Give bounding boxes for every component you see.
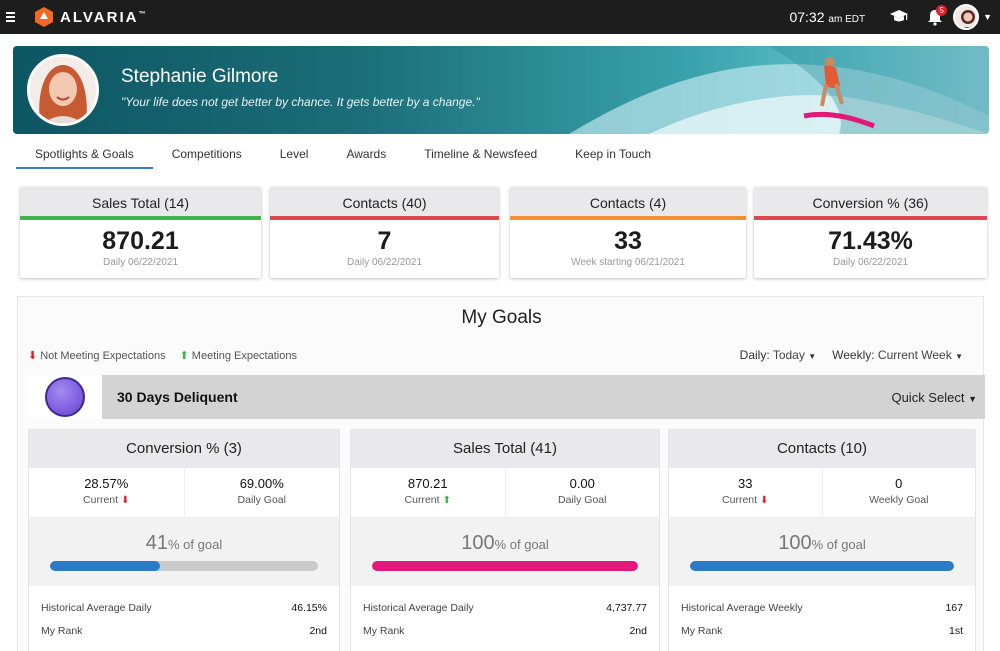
down-arrow-icon: ⬇ — [760, 495, 769, 506]
percent-of-goal: 41% of goal — [145, 532, 223, 554]
brand-name: ALVARIA™ — [60, 8, 148, 26]
group-circle-icon — [45, 377, 85, 417]
kpi-title: Contacts (40) — [270, 187, 499, 220]
user-menu[interactable]: ▼ — [953, 0, 1000, 34]
legend-meeting: ⬆ Meeting Expectations — [179, 350, 297, 362]
percent-of-goal: 100% of goal — [778, 532, 866, 554]
kpi-card-conversion[interactable]: Conversion % (36) 71.43% Daily 06/22/202… — [754, 187, 987, 278]
goal-stat: 69.00% Daily Goal — [183, 468, 340, 517]
my-goals-title: My Goals — [461, 307, 542, 328]
current-stat: 28.57% Current ⬇ — [83, 476, 130, 506]
goal-card-conversion[interactable]: Conversion % (3) 28.57% Current ⬇ 69.00% … — [28, 429, 340, 651]
tab-awards[interactable]: Awards — [327, 143, 405, 169]
kpi-period: Daily 06/22/2021 — [346, 257, 423, 268]
profile-banner: Stephanie Gilmore "Your life does not ge… — [13, 46, 989, 134]
kpi-title: Conversion % (36) — [754, 187, 987, 220]
kpi-value: 71.43% — [828, 227, 913, 255]
kpi-period: Week starting 06/21/2021 — [571, 257, 685, 268]
bell-icon[interactable]: 5 — [917, 0, 953, 34]
goal-footer: Historical Average Daily 4,737.77 My Rank… — [363, 601, 647, 637]
surf-background-image — [569, 46, 989, 134]
kpi-value: 870.21 — [102, 227, 179, 255]
goal-title: Conversion % (3) — [29, 430, 339, 468]
menu-icon[interactable] — [6, 12, 28, 22]
goal-stat: 0 Weekly Goal — [821, 468, 976, 517]
goal-stat: 0.00 Daily Goal — [504, 468, 660, 517]
notification-badge: 5 — [936, 5, 948, 16]
goal-footer: Historical Average Daily 46.15% My Rank 2n… — [41, 601, 327, 637]
graduation-cap-icon[interactable] — [881, 0, 917, 34]
goals-legend: ⬇ Not Meeting Expectations ⬆ Meeting Expec… — [28, 349, 297, 362]
kpi-title: Contacts (4) — [510, 187, 746, 220]
tab-keep-in-touch[interactable]: Keep in Touch — [556, 143, 670, 169]
goal-stats: 28.57% Current ⬇ 69.00% Daily Goal — [29, 468, 339, 518]
daily-filter[interactable]: Daily: Today ▼ — [740, 348, 816, 362]
tab-competitions[interactable]: Competitions — [153, 143, 261, 169]
goal-title: Contacts (10) — [669, 430, 975, 468]
current-stat: 870.21 Current ⬆ — [404, 476, 451, 506]
kpi-value: 33 — [614, 227, 642, 255]
goal-progress-area: 100% of goal — [351, 518, 659, 586]
kpi-card-sales-total[interactable]: Sales Total (14) 870.21 Daily 06/22/2021 — [20, 187, 261, 278]
goal-stats: 870.21 Current ⬆ 0.00 Daily Goal — [351, 468, 659, 518]
legend-not-meeting: ⬇ Not Meeting Expectations — [28, 350, 166, 362]
up-arrow-icon: ⬆ — [179, 350, 189, 362]
chevron-down-icon[interactable]: ▼ — [808, 352, 816, 361]
goal-footer: Historical Average Weekly 167 My Rank 1st — [681, 601, 963, 637]
user-avatar[interactable] — [953, 4, 980, 30]
group-label: 30 Days Deliquent — [117, 389, 238, 405]
profile-tabs: Spotlights & Goals Competitions Level Aw… — [16, 143, 670, 169]
user-name: Stephanie Gilmore — [121, 66, 279, 87]
daily-select[interactable]: Today — [773, 348, 805, 362]
percent-of-goal: 100% of goal — [461, 532, 549, 554]
down-arrow-icon: ⬇ — [121, 495, 130, 506]
kpi-period: Daily 06/22/2021 — [832, 257, 909, 268]
top-bar: ALVARIA™ 07:32 am EDT 5 ▼ — [0, 0, 1000, 34]
my-goals-panel: My Goals ⬇ Not Meeting Expectations ⬆ Meet… — [17, 296, 985, 651]
alvaria-logo-icon[interactable] — [34, 7, 54, 27]
goal-progress-area: 100% of goal — [669, 518, 975, 586]
kpi-title: Sales Total (14) — [20, 187, 261, 220]
tab-spotlights-goals[interactable]: Spotlights & Goals — [16, 143, 153, 169]
weekly-select[interactable]: Current Week — [878, 348, 952, 362]
goal-stats: 33 Current ⬇ 0 Weekly Goal — [669, 468, 975, 518]
goal-card-sales-total[interactable]: Sales Total (41) 870.21 Current ⬆ 0.00 Da… — [350, 429, 660, 651]
down-arrow-icon: ⬇ — [28, 350, 38, 362]
tab-level[interactable]: Level — [261, 143, 328, 169]
progress-fill — [372, 561, 638, 571]
current-stat: 33 Current ⬇ — [722, 476, 769, 506]
progress-fill — [50, 561, 160, 571]
chevron-down-icon[interactable]: ▼ — [983, 12, 992, 22]
kpi-period: Daily 06/22/2021 — [102, 257, 179, 268]
progress-fill — [690, 561, 954, 571]
chevron-down-icon[interactable]: ▼ — [955, 352, 963, 361]
kpi-card-contacts-daily[interactable]: Contacts (40) 7 Daily 06/22/2021 — [270, 187, 499, 278]
goal-card-contacts[interactable]: Contacts (10) 33 Current ⬇ 0 Weekly Goal … — [668, 429, 976, 651]
up-arrow-icon: ⬆ — [442, 495, 451, 506]
user-quote: "Your life does not get better by chance… — [121, 95, 480, 109]
goal-progress-area: 41% of goal — [29, 518, 339, 586]
quick-select-button[interactable]: Quick Select ▼ — [891, 390, 977, 405]
chevron-down-icon: ▼ — [968, 393, 977, 404]
goal-title: Sales Total (41) — [351, 430, 659, 468]
weekly-filter[interactable]: Weekly: Current Week ▼ — [832, 348, 963, 362]
goal-group-row: 30 Days Deliquent Quick Select ▼ — [28, 375, 985, 419]
progress-bar — [372, 561, 638, 571]
progress-bar — [50, 561, 318, 571]
profile-photo — [27, 54, 99, 126]
progress-bar — [690, 561, 954, 571]
group-icon-cell — [28, 375, 102, 419]
clock: 07:32 am EDT — [789, 9, 866, 25]
kpi-card-contacts-weekly[interactable]: Contacts (4) 33 Week starting 06/21/2021 — [510, 187, 746, 278]
kpi-value: 7 — [377, 227, 392, 255]
group-header: 30 Days Deliquent Quick Select ▼ — [102, 375, 985, 419]
goal-filters: Daily: Today ▼ Weekly: Current Week ▼ — [740, 348, 963, 362]
tab-timeline-newsfeed[interactable]: Timeline & Newsfeed — [405, 143, 556, 169]
